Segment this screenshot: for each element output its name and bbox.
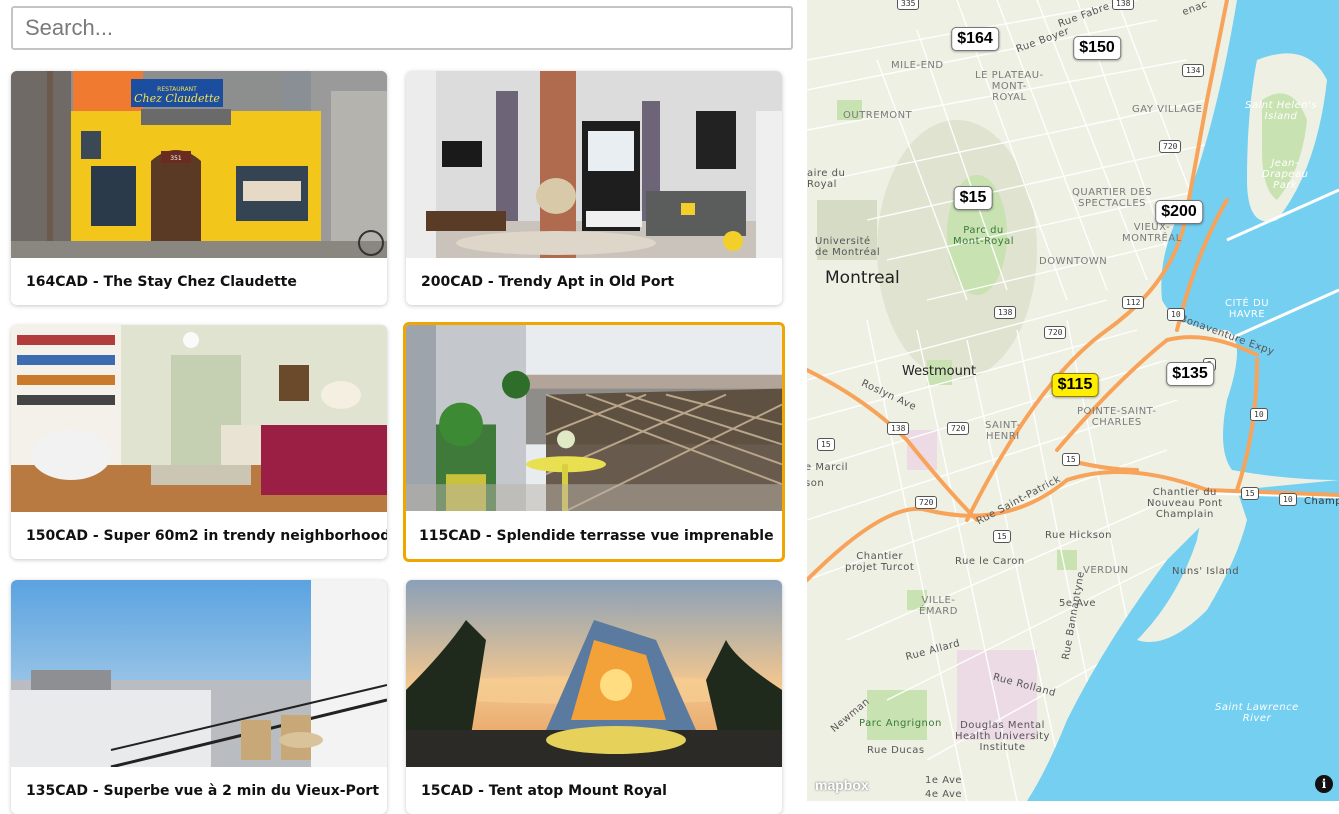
map-price-marker[interactable]: $164 — [951, 27, 999, 51]
place-label: Nuns' Island — [1172, 566, 1240, 577]
listing-card[interactable]: 200CAD - Trendy Apt in Old Port — [406, 71, 782, 305]
street-label: e Marcil — [807, 462, 849, 473]
place-label: MILE-END — [891, 60, 944, 71]
listing-card[interactable]: 135CAD - Superbe vue à 2 min du Vieux-Po… — [11, 580, 387, 814]
street-label: Rue Ducas — [867, 745, 925, 756]
search-input[interactable] — [11, 6, 793, 50]
route-shield: 335 — [897, 0, 920, 10]
listing-photo — [406, 580, 782, 767]
route-shield: 138 — [994, 306, 1017, 319]
place-label: DOWNTOWN — [1039, 256, 1108, 267]
place-label: aire du Royal — [807, 168, 846, 190]
street-label: Champ — [1304, 496, 1339, 507]
map-price-marker[interactable]: $150 — [1073, 36, 1121, 60]
street-label: 4e Ave — [925, 789, 963, 800]
place-label: Parc du Mont-Royal — [953, 225, 1015, 247]
mapbox-logo[interactable]: mapbox — [815, 777, 869, 793]
street-label: son — [807, 478, 825, 489]
listing-photo — [406, 325, 782, 511]
listing-card[interactable]: 15CAD - Tent atop Mount Royal — [406, 580, 782, 814]
place-label-montreal: Montreal — [825, 268, 900, 288]
place-label: Jean- Drapeau Park — [1262, 158, 1309, 191]
route-shield: 134 — [1182, 64, 1205, 77]
map-view[interactable]: MILE-END LE PLATEAU- MONT- ROYAL OUTREMO… — [807, 0, 1339, 801]
listings-panel: RESTAURANT Chez Claudette 351 164CAD - T… — [0, 0, 807, 814]
map-price-marker[interactable]: $15 — [953, 186, 993, 210]
listing-title: 164CAD - The Stay Chez Claudette — [26, 274, 297, 290]
place-label-westmount: Westmount — [902, 364, 977, 379]
place-label: GAY VILLAGE — [1132, 104, 1203, 115]
place-label: Parc Angrignon — [859, 718, 942, 729]
route-shield: 720 — [1159, 140, 1182, 153]
place-label: LE PLATEAU- MONT- ROYAL — [975, 70, 1044, 103]
door-number: 351 — [170, 155, 182, 162]
route-shield: 10 — [1167, 308, 1185, 321]
place-label: VERDUN — [1083, 565, 1129, 576]
place-label: Université de Montréal — [815, 236, 881, 258]
listing-card-selected[interactable]: 115CAD - Splendide terrasse vue imprenab… — [403, 322, 785, 562]
map-price-marker[interactable]: $200 — [1155, 200, 1203, 224]
place-label: VILLE- ÉMARD — [919, 595, 958, 617]
street-label: Rue Hickson — [1045, 530, 1112, 541]
place-label: VIEUX- MONTRÉAL — [1122, 222, 1182, 244]
route-shield: 15 — [1062, 453, 1080, 466]
listing-title: 150CAD - Super 60m2 in trendy neighborho… — [26, 528, 387, 544]
route-shield: 720 — [915, 496, 938, 509]
place-label: Saint Helen's Island — [1245, 100, 1318, 122]
street-label: 1e Ave — [925, 775, 963, 786]
route-shield: 15 — [1241, 487, 1259, 500]
map-price-marker-active[interactable]: $115 — [1051, 373, 1099, 397]
map-price-marker[interactable]: $135 — [1166, 362, 1214, 386]
place-label: SAINT- HENRI — [985, 420, 1021, 442]
listing-photo — [406, 71, 782, 258]
route-shield: 15 — [993, 530, 1011, 543]
place-label: Chantier projet Turcot — [845, 551, 915, 573]
listing-card[interactable]: RESTAURANT Chez Claudette 351 164CAD - T… — [11, 71, 387, 305]
route-shield: 15 — [817, 438, 835, 451]
route-shield: 10 — [1250, 408, 1268, 421]
listing-photo — [11, 325, 387, 512]
listing-photo: RESTAURANT Chez Claudette 351 — [11, 71, 387, 258]
route-shield: 720 — [1044, 326, 1067, 339]
route-shield: 10 — [1279, 493, 1297, 506]
route-shield: 112 — [1122, 296, 1145, 309]
place-label: Chantier du Nouveau Pont Champlain — [1147, 487, 1223, 520]
place-label: OUTREMONT — [843, 110, 913, 121]
sign-text: Chez Claudette — [134, 92, 220, 105]
place-label: CITÉ DU HAVRE — [1225, 298, 1270, 320]
street-label: 5e Ave — [1059, 598, 1097, 609]
route-shield: 138 — [887, 422, 910, 435]
place-label: Saint Lawrence River — [1215, 702, 1299, 724]
listing-title: 135CAD - Superbe vue à 2 min du Vieux-Po… — [26, 783, 380, 799]
route-shield: 720 — [947, 422, 970, 435]
listing-photo — [11, 580, 387, 767]
listing-title: 15CAD - Tent atop Mount Royal — [421, 783, 667, 799]
listing-card[interactable]: 150CAD - Super 60m2 in trendy neighborho… — [11, 325, 387, 559]
listing-title: 200CAD - Trendy Apt in Old Port — [421, 274, 675, 290]
listing-title: 115CAD - Splendide terrasse vue imprenab… — [419, 528, 774, 544]
place-label: QUARTIER DES SPECTACLES — [1072, 187, 1153, 209]
route-shield: 138 — [1112, 0, 1135, 10]
info-icon[interactable]: i — [1315, 775, 1333, 793]
place-label: Douglas Mental Health University Institu… — [955, 720, 1050, 753]
place-label: POINTE-SAINT- CHARLES — [1077, 406, 1157, 428]
street-label: Rue le Caron — [955, 556, 1025, 567]
